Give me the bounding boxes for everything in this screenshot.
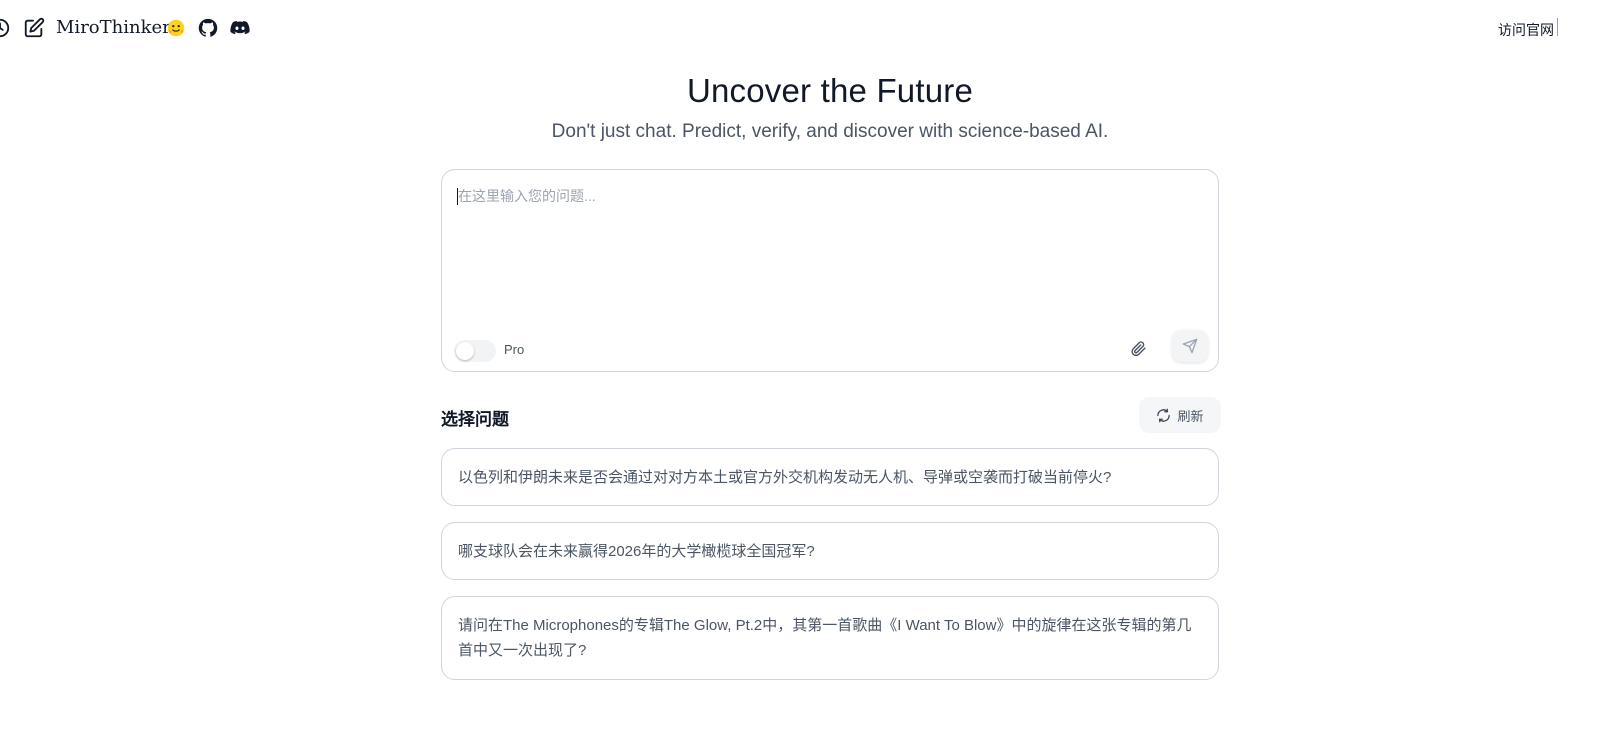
send-button[interactable]	[1172, 330, 1208, 362]
question-text: 请问在The Microphones的专辑The Glow, Pt.2中，其第一…	[458, 617, 1192, 659]
discord-icon[interactable]	[226, 14, 254, 42]
pro-toggle[interactable]	[454, 340, 496, 362]
question-card[interactable]: 以色列和伊朗未来是否会通过对对方本土或官方外交机构发动无人机、导弹或空袭而打破当…	[441, 448, 1219, 506]
pro-toggle-knob	[456, 342, 474, 360]
question-text: 以色列和伊朗未来是否会通过对对方本土或官方外交机构发动无人机、导弹或空袭而打破当…	[458, 468, 1112, 486]
hero-subtitle: Don't just chat. Predict, verify, and di…	[551, 121, 1109, 142]
official-site-link[interactable]: 访问官网	[1498, 20, 1554, 40]
send-icon	[1182, 338, 1198, 354]
attach-button[interactable]	[1126, 336, 1150, 360]
paperclip-icon	[1130, 340, 1146, 356]
divider	[1557, 18, 1558, 36]
brand-name[interactable]: MiroThinker	[56, 17, 171, 38]
question-card[interactable]: 请问在The Microphones的专辑The Glow, Pt.2中，其第一…	[441, 596, 1219, 680]
question-composer: Pro	[441, 169, 1219, 372]
top-bar: MiroThinker 访问官网	[0, 0, 1608, 56]
edit-icon[interactable]	[20, 14, 48, 42]
github-icon[interactable]	[194, 14, 222, 42]
hero-title: Uncover the Future	[686, 72, 974, 109]
history-icon[interactable]	[0, 14, 14, 42]
text-caret	[457, 188, 458, 205]
question-text: 哪支球队会在未来赢得2026年的大学橄榄球全国冠军?	[458, 542, 815, 560]
question-input[interactable]	[456, 184, 1208, 318]
refresh-button[interactable]: 刷新	[1139, 397, 1221, 433]
refresh-icon	[1157, 408, 1171, 422]
top-bar-left: MiroThinker	[0, 12, 300, 44]
refresh-label: 刷新	[1177, 408, 1204, 424]
question-card[interactable]: 哪支球队会在未来赢得2026年的大学橄榄球全国冠军?	[441, 522, 1219, 580]
huggingface-icon[interactable]	[162, 14, 190, 42]
section-title: 选择问题	[441, 410, 509, 429]
pro-label: Pro	[504, 342, 525, 357]
